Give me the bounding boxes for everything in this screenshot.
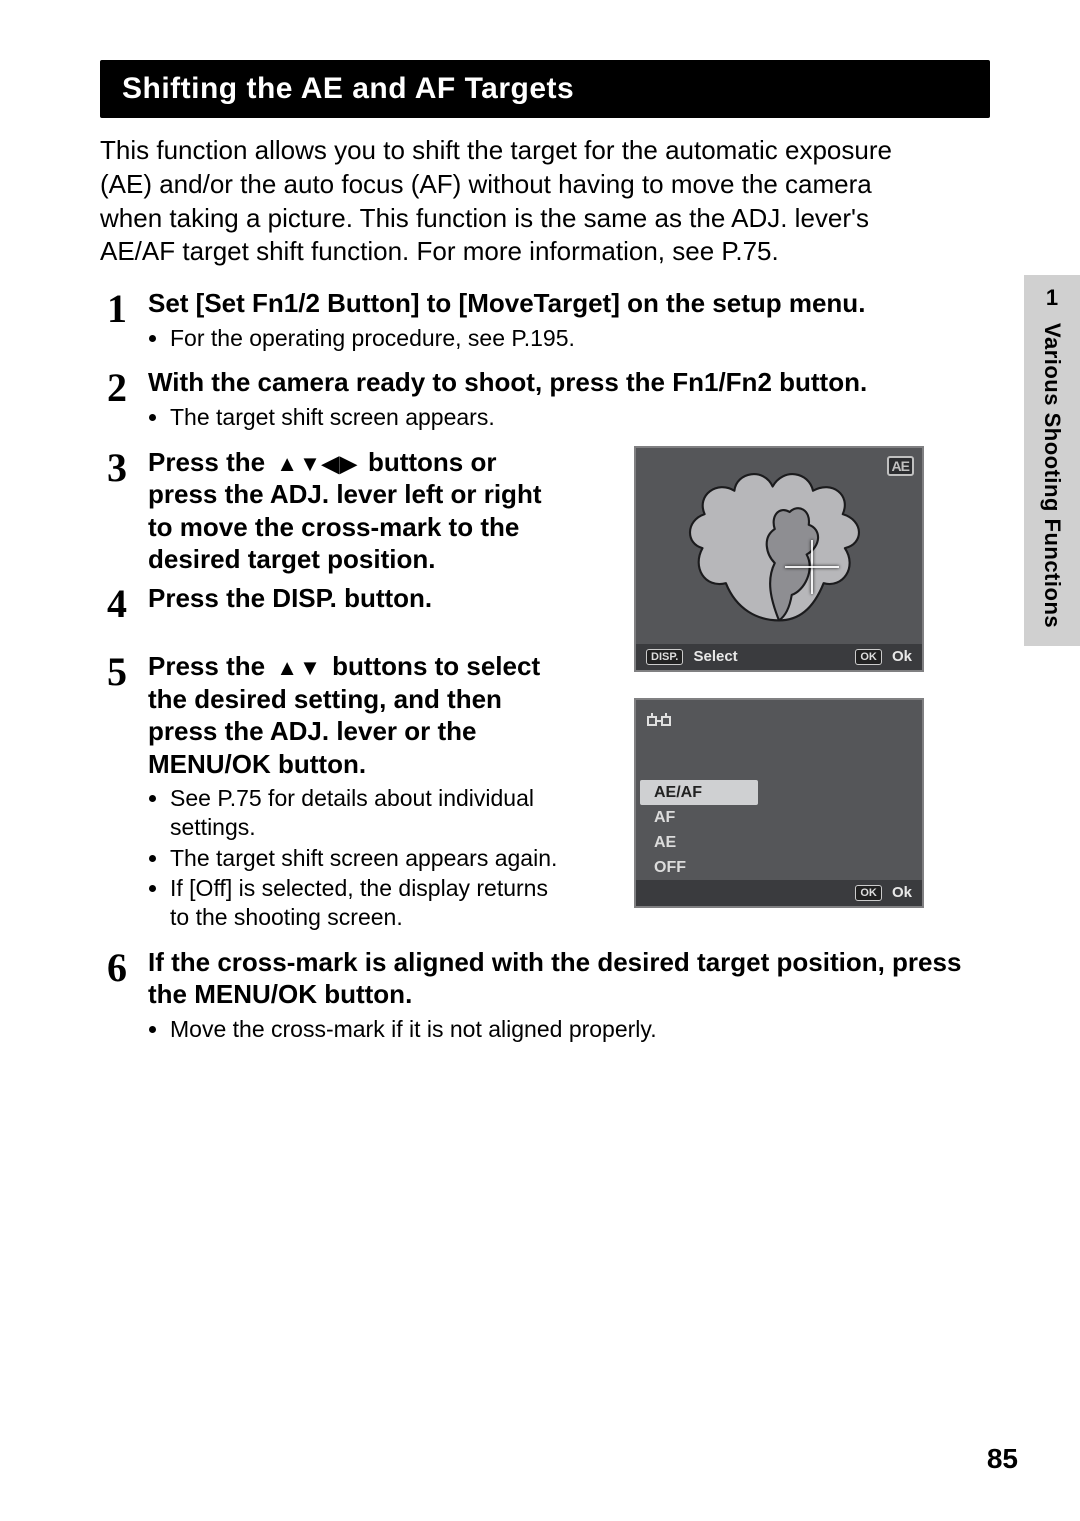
step-1: 1 Set [Set Fn1/2 Button] to [MoveTarget]… xyxy=(100,287,970,360)
step-number: 3 xyxy=(100,446,134,576)
step-note: Move the cross-mark if it is not aligned… xyxy=(170,1015,970,1044)
step-4: 4 Press the DISP. button. xyxy=(100,582,620,645)
ok-keycap-icon: OK xyxy=(855,649,882,665)
target-shift-screen: AE DISP. Select xyxy=(634,446,924,672)
screen-footer: OK Ok xyxy=(636,880,922,906)
target-mode-icon xyxy=(646,710,672,732)
camera-screens: AE DISP. Select xyxy=(634,446,934,908)
footer-right-label: Ok xyxy=(892,884,912,901)
step-number: 4 xyxy=(100,582,134,645)
step-5: 5 Press the ▲▼ buttons to select the des… xyxy=(100,650,620,940)
option-af: AF xyxy=(646,805,756,830)
flower-illustration xyxy=(636,448,922,644)
step-title: If the cross-mark is aligned with the de… xyxy=(148,946,970,1011)
section-heading: Shifting the AE and AF Targets xyxy=(100,60,990,118)
step-note: For the operating procedure, see P.195. xyxy=(170,324,970,353)
step-number: 1 xyxy=(100,287,134,360)
footer-left-label: Select xyxy=(693,648,737,665)
up-down-arrows-icon: ▲▼ xyxy=(276,657,321,679)
step-note: The target shift screen appears. xyxy=(170,403,970,432)
screen-footer: DISP. Select OK Ok xyxy=(636,644,922,670)
step-number: 2 xyxy=(100,366,134,439)
step-title: Press the DISP. button. xyxy=(148,582,568,615)
side-thumb-tab: 1 Various Shooting Functions xyxy=(1024,275,1080,646)
setting-select-screen: AE/AF AF AE OFF OK Ok xyxy=(634,698,924,908)
step-title: Press the ▲▼ buttons to select the desir… xyxy=(148,650,568,780)
manual-page: Shifting the AE and AF Targets This func… xyxy=(0,0,1080,1521)
step-title: Set [Set Fn1/2 Button] to [MoveTarget] o… xyxy=(148,287,970,320)
step-number: 5 xyxy=(100,650,134,940)
step-title: With the camera ready to shoot, press th… xyxy=(148,366,970,399)
steps-list: 1 Set [Set Fn1/2 Button] to [MoveTarget]… xyxy=(100,287,990,1052)
ok-keycap-icon: OK xyxy=(855,885,882,901)
step-note: See P.75 for details about individual se… xyxy=(170,784,568,842)
step-6: 6 If the cross-mark is aligned with the … xyxy=(100,946,970,1052)
disp-keycap-icon: DISP. xyxy=(646,649,683,665)
step-3: 3 Press the ▲▼◀▶ buttons or press the AD… xyxy=(100,446,620,576)
option-ae: AE xyxy=(646,830,756,855)
side-tab-label: Various Shooting Functions xyxy=(1039,323,1065,628)
option-off: OFF xyxy=(646,855,756,880)
step-2: 2 With the camera ready to shoot, press … xyxy=(100,366,970,439)
option-aeaf: AE/AF xyxy=(640,780,758,805)
cross-mark-icon xyxy=(785,540,839,594)
direction-arrows-icon: ▲▼◀▶ xyxy=(276,453,356,475)
step-note: If [Off] is selected, the display return… xyxy=(170,874,568,932)
step-title: Press the ▲▼◀▶ buttons or press the ADJ.… xyxy=(148,446,568,576)
intro-paragraph: This function allows you to shift the ta… xyxy=(100,134,990,269)
footer-right-label: Ok xyxy=(892,648,912,665)
step-note: The target shift screen appears again. xyxy=(170,844,568,873)
side-tab-number: 1 xyxy=(1024,285,1080,311)
page-number: 85 xyxy=(987,1443,1018,1475)
setting-option-list: AE/AF AF AE OFF xyxy=(646,780,756,881)
step-number: 6 xyxy=(100,946,134,1052)
